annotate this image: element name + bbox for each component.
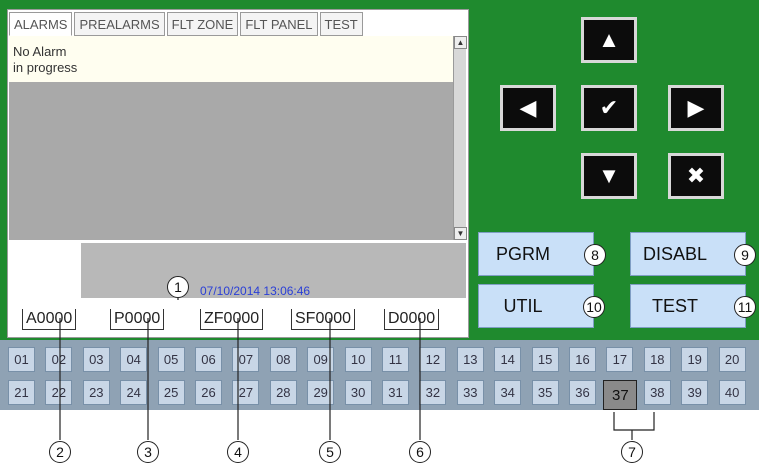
callout-11: 11: [734, 296, 756, 318]
callout-9: 9: [734, 244, 756, 266]
callout-7: 7: [621, 441, 643, 463]
callout-8: 8: [584, 244, 606, 266]
callout-2: 2: [49, 441, 71, 463]
callout-3: 3: [137, 441, 159, 463]
callout-lines: [59, 298, 655, 440]
callout-1: 1: [167, 276, 189, 298]
callout-4: 4: [227, 441, 249, 463]
callout-6: 6: [409, 441, 431, 463]
callout-5: 5: [319, 441, 341, 463]
callout-10: 10: [583, 296, 605, 318]
